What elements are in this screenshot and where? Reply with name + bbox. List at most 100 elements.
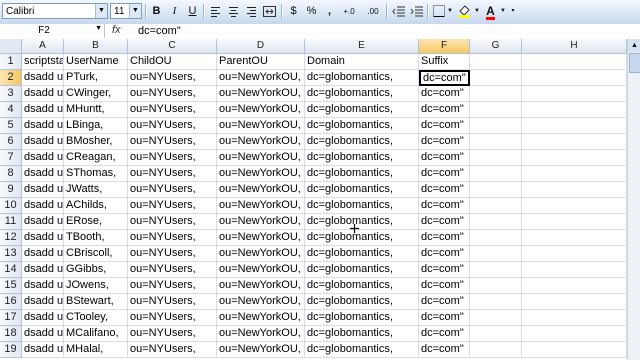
grid-cell[interactable]: dsadd user "cn= — [22, 278, 64, 294]
grid-cell[interactable]: dc=globomantics, — [305, 278, 419, 294]
borders-button[interactable] — [430, 3, 447, 20]
fill-color-dropdown-arrow[interactable]: ▼ — [473, 3, 481, 20]
grid-cell[interactable]: dsadd user "cn= — [22, 70, 64, 86]
grid-cell[interactable]: ou=NewYorkOU, — [217, 278, 305, 294]
chevron-down-icon[interactable]: ▼ — [95, 25, 102, 32]
row-header[interactable]: 8 — [0, 166, 22, 182]
grid-cell[interactable]: dc=com" — [419, 294, 470, 310]
grid-cell[interactable] — [470, 86, 522, 102]
row-header[interactable]: 7 — [0, 150, 22, 166]
grid-cell[interactable] — [522, 134, 627, 150]
decrease-decimal-button[interactable]: .00 — [362, 3, 384, 20]
align-center-button[interactable] — [225, 3, 242, 20]
align-right-button[interactable] — [243, 3, 260, 20]
grid-cell[interactable]: dc=globomantics, — [305, 294, 419, 310]
grid-cell[interactable] — [470, 166, 522, 182]
grid-cell[interactable]: LBinga, — [64, 118, 128, 134]
grid-cell[interactable] — [522, 166, 627, 182]
grid-cell[interactable] — [470, 134, 522, 150]
grid-cell[interactable] — [470, 326, 522, 342]
grid-cell[interactable]: scriptstart — [22, 54, 64, 70]
grid-cell[interactable]: dc=com" — [419, 326, 470, 342]
grid-cell[interactable]: dc=globomantics, — [305, 118, 419, 134]
grid-cell[interactable]: CReagan, — [64, 150, 128, 166]
increase-indent-button[interactable] — [408, 3, 425, 20]
row-header[interactable]: 18 — [0, 326, 22, 342]
column-header-a[interactable]: A — [22, 39, 64, 54]
grid-cell[interactable]: ou=NewYorkOU, — [217, 294, 305, 310]
grid-cell[interactable]: ou=NYUsers, — [128, 134, 217, 150]
grid-cell[interactable]: ou=NYUsers, — [128, 262, 217, 278]
grid-cell[interactable] — [522, 278, 627, 294]
row-header[interactable]: 12 — [0, 230, 22, 246]
row-header[interactable]: 2 — [0, 70, 22, 86]
grid-cell[interactable]: dc=com" — [419, 182, 470, 198]
grid-cell[interactable]: ou=NewYorkOU, — [217, 342, 305, 358]
borders-dropdown-arrow[interactable]: ▼ — [446, 3, 454, 20]
grid-cell[interactable] — [470, 246, 522, 262]
active-cell[interactable]: dc=com" — [419, 70, 470, 86]
grid-cell[interactable] — [522, 342, 627, 358]
grid-cell[interactable] — [470, 262, 522, 278]
grid-cell[interactable]: AChilds, — [64, 198, 128, 214]
grid-cell[interactable]: ou=NYUsers, — [128, 182, 217, 198]
grid-cell[interactable]: dc=com" — [419, 102, 470, 118]
grid-cell[interactable] — [522, 198, 627, 214]
grid-cell[interactable]: MHuntt, — [64, 102, 128, 118]
grid-cell[interactable]: dc=globomantics, — [305, 86, 419, 102]
grid-cell[interactable] — [470, 230, 522, 246]
grid-cell[interactable]: MHalal, — [64, 342, 128, 358]
grid-cell[interactable]: CTooley, — [64, 310, 128, 326]
grid-cell[interactable]: ChildOU — [128, 54, 217, 70]
grid-cell[interactable]: JOwens, — [64, 278, 128, 294]
grid-cell[interactable] — [522, 310, 627, 326]
grid-cell[interactable]: dc=globomantics, — [305, 342, 419, 358]
grid-cell[interactable]: dsadd user "cn= — [22, 166, 64, 182]
grid-cell[interactable]: ERose, — [64, 214, 128, 230]
font-name-dropdown[interactable]: Calibri ▼ — [2, 3, 108, 19]
grid-cell[interactable]: ou=NewYorkOU, — [217, 70, 305, 86]
percent-button[interactable]: % — [303, 3, 320, 20]
grid-cell[interactable]: dc=com" — [419, 198, 470, 214]
grid-cell[interactable]: dc=globomantics, — [305, 70, 419, 86]
grid-cell[interactable]: ou=NYUsers, — [128, 166, 217, 182]
scroll-thumb[interactable] — [629, 53, 640, 73]
grid-cell[interactable]: dc=com" — [419, 86, 470, 102]
grid-cell[interactable]: PTurk, — [64, 70, 128, 86]
grid-cell[interactable]: dc=globomantics, — [305, 262, 419, 278]
grid-cell[interactable] — [470, 118, 522, 134]
row-header[interactable]: 3 — [0, 86, 22, 102]
grid-cell[interactable] — [470, 310, 522, 326]
grid-cell[interactable] — [470, 198, 522, 214]
grid-cell[interactable]: ou=NYUsers, — [128, 326, 217, 342]
grid-cell[interactable]: dc=globomantics, — [305, 166, 419, 182]
column-header-e[interactable]: E — [305, 39, 419, 54]
row-header[interactable]: 15 — [0, 278, 22, 294]
row-header[interactable]: 5 — [0, 118, 22, 134]
grid-cell[interactable]: ou=NewYorkOU, — [217, 310, 305, 326]
fill-color-button[interactable] — [456, 3, 473, 20]
grid-cell[interactable]: CWinger, — [64, 86, 128, 102]
grid-cell[interactable]: ou=NYUsers, — [128, 86, 217, 102]
grid-cell[interactable]: ou=NYUsers, — [128, 294, 217, 310]
grid-cell[interactable]: BMosher, — [64, 134, 128, 150]
bold-button[interactable]: B — [148, 3, 165, 20]
grid-cell[interactable]: dc=com" — [419, 246, 470, 262]
grid-cell[interactable]: ou=NewYorkOU, — [217, 118, 305, 134]
grid-cell[interactable]: ou=NYUsers, — [128, 278, 217, 294]
grid-cell[interactable]: dsadd user "cn= — [22, 86, 64, 102]
grid-cell[interactable]: dc=com" — [419, 262, 470, 278]
grid-cell[interactable] — [522, 262, 627, 278]
toolbar-options-arrow[interactable]: ▾ — [509, 3, 517, 20]
grid-cell[interactable] — [522, 118, 627, 134]
chevron-down-icon[interactable]: ▼ — [95, 4, 107, 18]
grid-cell[interactable]: CBriscoll, — [64, 246, 128, 262]
grid-cell[interactable]: dsadd user "cn= — [22, 230, 64, 246]
select-all-corner[interactable] — [0, 39, 22, 54]
grid-cell[interactable] — [522, 230, 627, 246]
grid-cell[interactable]: ou=NewYorkOU, — [217, 198, 305, 214]
align-left-button[interactable] — [207, 3, 224, 20]
grid-cell[interactable]: MCalifano, — [64, 326, 128, 342]
grid-cell[interactable] — [522, 214, 627, 230]
column-header-h[interactable]: H — [522, 39, 627, 54]
